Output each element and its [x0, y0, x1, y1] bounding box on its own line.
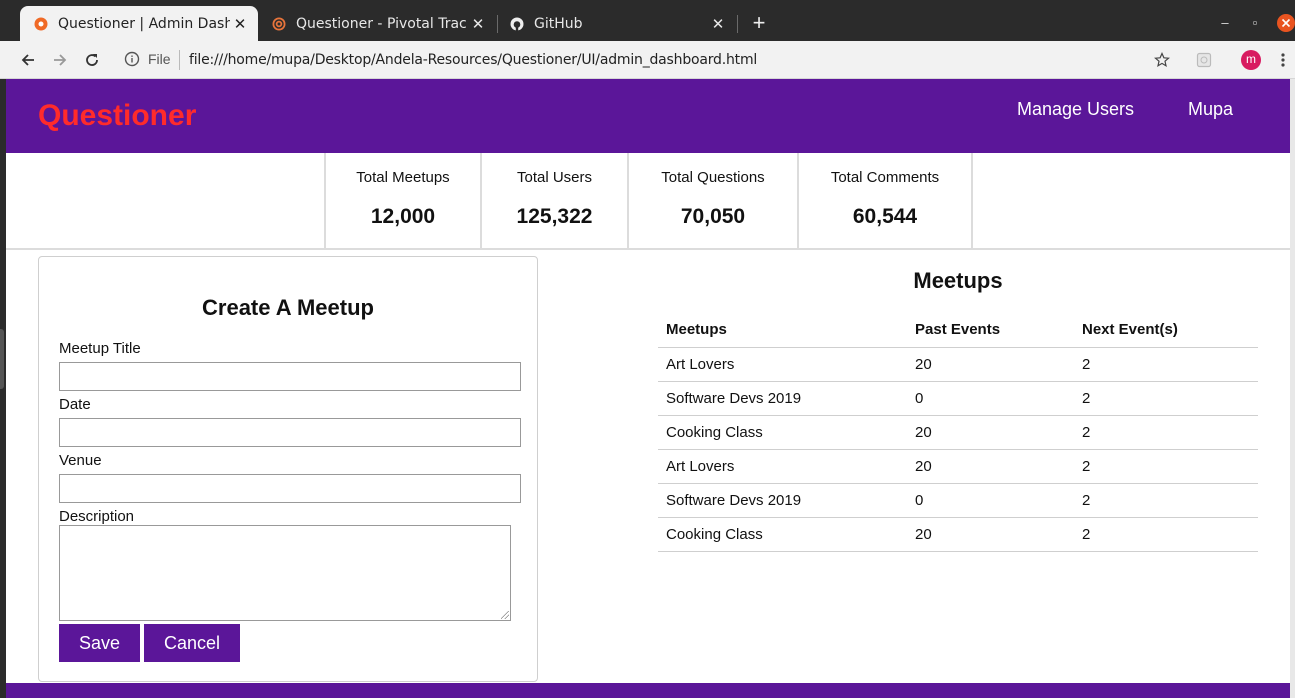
venue-label: Venue: [59, 452, 102, 469]
column-header-next-events: Next Event(s): [1074, 313, 1258, 348]
browser-tab-strip: Questioner | Admin Dashb ✕ Questioner - …: [0, 0, 1295, 41]
column-header-meetups: Meetups: [658, 313, 907, 348]
venue-input[interactable]: [59, 474, 521, 503]
back-arrow-icon[interactable]: [17, 49, 39, 71]
resize-grip-icon[interactable]: [501, 611, 509, 619]
form-title: Create A Meetup: [202, 295, 374, 320]
tab-separator: [737, 15, 738, 33]
date-label: Date: [59, 396, 91, 413]
stat-value: 125,322: [516, 205, 593, 228]
past-events: 20: [907, 415, 1074, 450]
column-header-past-events: Past Events: [907, 313, 1074, 348]
stat-total-users: Total Users 125,322: [480, 153, 627, 248]
profile-avatar[interactable]: m: [1241, 50, 1261, 70]
reload-icon[interactable]: [81, 49, 103, 71]
site-navbar: Questioner Manage Users Mupa: [6, 79, 1290, 153]
address-divider: [179, 50, 180, 70]
table-row[interactable]: Cooking Class 20 2: [658, 517, 1258, 552]
meetup-name: Software Devs 2019: [658, 483, 907, 518]
pivotal-tracker-icon: [272, 17, 286, 31]
past-events: 0: [907, 483, 1074, 518]
tab-title: Questioner | Admin Dashb: [58, 15, 230, 32]
next-events: 2: [1074, 381, 1258, 416]
next-events: 2: [1074, 517, 1258, 552]
stat-value: 70,050: [680, 205, 746, 228]
forward-arrow-icon[interactable]: [49, 49, 71, 71]
close-tab-icon[interactable]: ✕: [230, 15, 250, 33]
past-events: 20: [907, 347, 1074, 382]
browser-toolbar: File file:///home/mupa/Desktop/Andela-Re…: [0, 41, 1295, 79]
description-textarea[interactable]: [59, 525, 511, 621]
cancel-button[interactable]: Cancel: [144, 624, 240, 662]
nav-manage-users[interactable]: Manage Users: [1017, 99, 1134, 120]
past-events: 20: [907, 449, 1074, 484]
new-tab-button[interactable]: +: [748, 10, 770, 36]
stat-label: Total Users: [516, 169, 593, 186]
site-footer: [6, 683, 1290, 698]
create-meetup-form: Create A Meetup Meetup Title Date Venue …: [38, 256, 538, 682]
meetup-name: Art Lovers: [658, 347, 907, 382]
tab-admin-dashboard[interactable]: Questioner | Admin Dashb ✕: [20, 6, 258, 41]
meetup-name: Cooking Class: [658, 415, 907, 450]
save-button[interactable]: Save: [59, 624, 140, 662]
table-row[interactable]: Software Devs 2019 0 2: [658, 381, 1258, 416]
tab-title: GitHub: [534, 15, 583, 32]
address-bar[interactable]: file:///home/mupa/Desktop/Andela-Resourc…: [189, 52, 757, 68]
html-file-icon: [34, 17, 48, 31]
next-events: 2: [1074, 483, 1258, 518]
past-events: 20: [907, 517, 1074, 552]
window-edge-handle: [0, 329, 4, 389]
next-events: 2: [1074, 415, 1258, 450]
close-tab-icon[interactable]: ✕: [468, 15, 488, 33]
meetups-table: Meetups Past Events Next Event(s) Art Lo…: [658, 313, 1258, 552]
next-events: 2: [1074, 347, 1258, 382]
menu-kebab-icon[interactable]: [1273, 49, 1293, 71]
table-row[interactable]: Art Lovers 20 2: [658, 449, 1258, 484]
stat-label: Total Questions: [661, 169, 765, 186]
next-events: 2: [1074, 449, 1258, 484]
extension-icon[interactable]: [1193, 49, 1215, 71]
meetup-name: Art Lovers: [658, 449, 907, 484]
nav-user-mupa[interactable]: Mupa: [1188, 99, 1233, 120]
page-scrollbar[interactable]: [1290, 79, 1295, 698]
stat-value: 12,000: [370, 205, 436, 228]
stat-total-questions: Total Questions 70,050: [627, 153, 797, 248]
tab-github[interactable]: GitHub ✕: [496, 6, 736, 41]
stats-bar: Total Meetups 12,000 Total Users 125,322…: [6, 153, 1290, 250]
table-row[interactable]: Art Lovers 20 2: [658, 347, 1258, 382]
info-icon: [124, 51, 140, 67]
stat-total-meetups: Total Meetups 12,000: [324, 153, 480, 248]
stat-label: Total Comments: [830, 169, 940, 186]
close-tab-icon[interactable]: ✕: [708, 15, 728, 33]
site-info[interactable]: File: [124, 51, 171, 67]
stat-value: 60,544: [852, 205, 918, 228]
stat-label: Total Meetups: [356, 169, 450, 186]
meetup-title-label: Meetup Title: [59, 340, 141, 357]
tab-pivotal-tracker[interactable]: Questioner - Pivotal Track ✕: [258, 6, 496, 41]
meetup-title-input[interactable]: [59, 362, 521, 391]
past-events: 0: [907, 381, 1074, 416]
table-row[interactable]: Cooking Class 20 2: [658, 415, 1258, 450]
web-page: Questioner Manage Users Mupa Total Meetu…: [6, 79, 1290, 698]
tab-title: Questioner - Pivotal Track: [296, 15, 468, 32]
maximize-icon[interactable]: ▫: [1246, 10, 1264, 36]
close-window-icon[interactable]: [1276, 10, 1295, 36]
table-header-row: Meetups Past Events Next Event(s): [658, 313, 1258, 348]
table-row[interactable]: Software Devs 2019 0 2: [658, 483, 1258, 518]
meetup-name: Software Devs 2019: [658, 381, 907, 416]
stat-total-comments: Total Comments 60,544: [797, 153, 973, 248]
description-label: Description: [59, 508, 135, 525]
date-input[interactable]: [59, 418, 521, 447]
star-icon[interactable]: [1151, 49, 1173, 71]
brand-logo[interactable]: Questioner: [38, 99, 196, 133]
meetups-heading: Meetups: [913, 268, 1003, 293]
minimize-icon[interactable]: –: [1216, 10, 1234, 36]
security-label: File: [148, 51, 171, 67]
meetup-name: Cooking Class: [658, 517, 907, 552]
github-icon: [510, 17, 524, 31]
